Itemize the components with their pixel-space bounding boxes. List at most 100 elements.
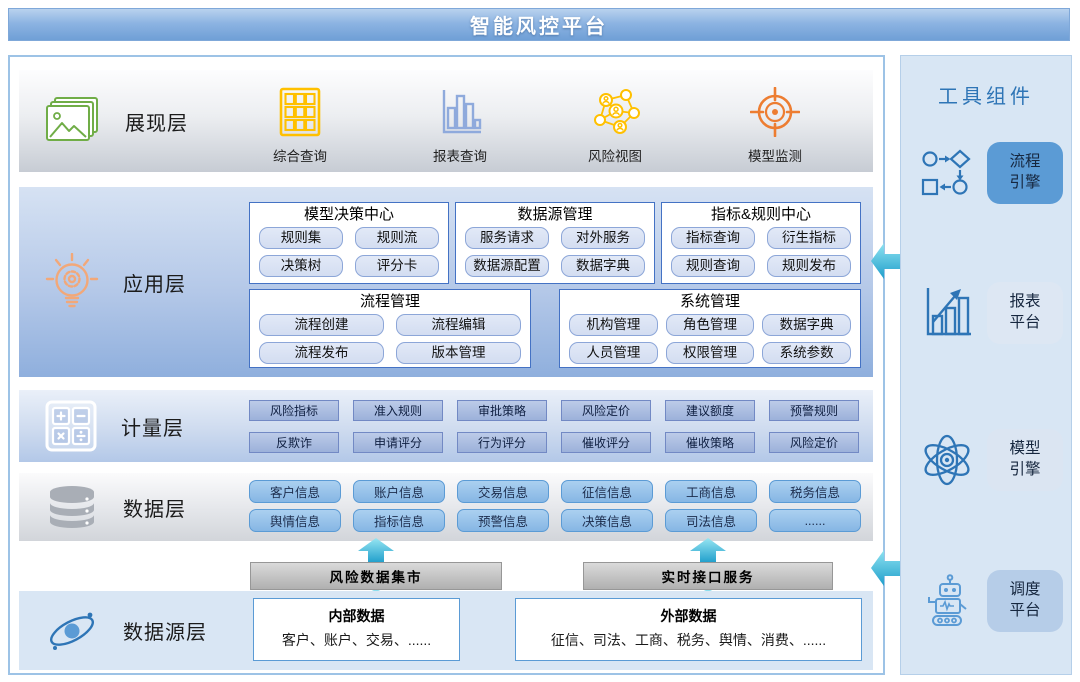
app-chip: 流程创建 (259, 314, 384, 336)
app-chip: 规则集 (259, 227, 343, 249)
app-chip: 服务请求 (465, 227, 549, 249)
group-grid: 服务请求对外服务数据源配置数据字典 (465, 227, 645, 277)
pres-item-label: 综合查询 (235, 145, 365, 165)
platform-title: 智能风控平台 (470, 10, 608, 39)
measurement-chip: 预警规则 (769, 400, 859, 421)
app-chip: 流程发布 (259, 342, 384, 364)
robot-icon (917, 569, 977, 633)
pres-item-integrated-query: 综合查询 (235, 85, 365, 165)
app-chip: 人员管理 (569, 342, 658, 364)
atom-icon (917, 428, 977, 492)
risk-data-mart-box: 风险数据集市 (250, 562, 502, 590)
data-chip: 决策信息 (561, 509, 653, 532)
presentation-layer-band: 展现层 综合查询 (19, 70, 873, 172)
data-row-1: 客户信息账户信息交易信息征信信息工商信息税务信息 (249, 480, 861, 503)
pres-item-report-query: 报表查询 (395, 85, 525, 165)
app-chip: 数据源配置 (465, 255, 549, 277)
measurement-chip: 催收策略 (665, 432, 755, 453)
tool-item-report-platform: 报表平台 (917, 281, 1063, 345)
measurement-chip: 风险指标 (249, 400, 339, 421)
tool-label: 流程引擎 (987, 142, 1063, 204)
app-chip: 规则流 (355, 227, 439, 249)
group-title: 系统管理 (569, 292, 851, 312)
network-icon (550, 85, 680, 137)
app-chip: 指标查询 (671, 227, 755, 249)
grid-icon (235, 85, 365, 137)
group-datasource-management: 数据源管理 服务请求对外服务数据源配置数据字典 (455, 202, 655, 284)
measurement-chip: 准入规则 (353, 400, 443, 421)
group-grid: 机构管理角色管理数据字典人员管理权限管理系统参数 (569, 314, 851, 364)
pres-item-label: 报表查询 (395, 145, 525, 165)
galaxy-icon (45, 604, 99, 658)
group-grid: 流程创建流程编辑流程发布版本管理 (259, 314, 521, 364)
data-chip: 客户信息 (249, 480, 341, 503)
tool-item-model-engine: 模型引擎 (917, 428, 1063, 492)
datasource-layer-label: 数据源层 (123, 616, 207, 645)
data-chip: 预警信息 (457, 509, 549, 532)
up-arrow (358, 538, 394, 563)
group-system-management: 系统管理 机构管理角色管理数据字典人员管理权限管理系统参数 (559, 289, 861, 368)
target-icon (710, 85, 840, 137)
measurement-chip: 建议额度 (665, 400, 755, 421)
architecture-panel: 展现层 综合查询 (8, 55, 885, 675)
app-chip: 版本管理 (396, 342, 521, 364)
report-chart-icon (917, 281, 977, 345)
data-chip: 指标信息 (353, 509, 445, 532)
app-chip: 数据字典 (762, 314, 851, 336)
pictures-icon (45, 96, 101, 146)
app-chip: 机构管理 (569, 314, 658, 336)
data-chip: 交易信息 (457, 480, 549, 503)
data-layer-head: 数据层 (45, 484, 186, 530)
measurement-row-1: 风险指标准入规则审批策略风险定价建议额度预警规则 (249, 400, 859, 421)
tool-label: 模型引擎 (987, 429, 1063, 491)
pres-item-label: 模型监测 (710, 145, 840, 165)
datasource-layer-band: 数据源层 内部数据 客户、账户、交易、...... 外部数据 征信、司法、工商、… (19, 591, 873, 670)
app-chip: 权限管理 (666, 342, 755, 364)
sidebar-title: 工具组件 (901, 80, 1071, 109)
datasource-layer-head: 数据源层 (45, 604, 207, 658)
internal-data-desc: 客户、账户、交易、...... (254, 628, 459, 652)
tool-components-sidebar: 工具组件 流程引擎 (900, 55, 1072, 675)
app-chip: 对外服务 (561, 227, 645, 249)
application-layer-band: 应用层 模型决策中心 规则集规则流决策树评分卡 数据源管理 服务请求对外服务数据… (19, 187, 873, 377)
measurement-layer-head: 计量层 (45, 400, 184, 452)
app-chip: 衍生指标 (767, 227, 851, 249)
measurement-chip: 风险定价 (769, 432, 859, 453)
data-chip: 征信信息 (561, 480, 653, 503)
group-title: 指标&规则中心 (671, 205, 851, 225)
group-grid: 规则集规则流决策树评分卡 (259, 227, 439, 277)
app-chip: 角色管理 (666, 314, 755, 336)
group-grid: 指标查询衍生指标规则查询规则发布 (671, 227, 851, 277)
measurement-chip: 行为评分 (457, 432, 547, 453)
left-arrow (871, 543, 901, 593)
external-data-title: 外部数据 (516, 604, 861, 628)
data-row-2: 舆情信息指标信息预警信息决策信息司法信息...... (249, 509, 861, 532)
database-icon (45, 484, 99, 530)
app-chip: 评分卡 (355, 255, 439, 277)
data-layer-band: 数据层 客户信息账户信息交易信息征信信息工商信息税务信息 舆情信息指标信息预警信… (19, 473, 873, 541)
data-chip: 工商信息 (665, 480, 757, 503)
left-arrow (871, 236, 901, 286)
measurement-chip: 申请评分 (353, 432, 443, 453)
external-data-desc: 征信、司法、工商、税务、舆情、消费、...... (516, 628, 861, 652)
app-chip: 系统参数 (762, 342, 851, 364)
internal-data-title: 内部数据 (254, 604, 459, 628)
group-title: 数据源管理 (465, 205, 645, 225)
data-chip: 账户信息 (353, 480, 445, 503)
app-chip: 数据字典 (561, 255, 645, 277)
app-chip: 决策树 (259, 255, 343, 277)
up-arrow (690, 538, 726, 563)
measurement-chip: 催收评分 (561, 432, 651, 453)
internal-data-box: 内部数据 客户、账户、交易、...... (253, 598, 460, 661)
pres-item-model-monitor: 模型监测 (710, 85, 840, 165)
measurement-chip: 风险定价 (561, 400, 651, 421)
pres-item-risk-view: 风险视图 (550, 85, 680, 165)
data-chip: 司法信息 (665, 509, 757, 532)
measurement-row-2: 反欺诈申请评分行为评分催收评分催收策略风险定价 (249, 432, 859, 453)
group-model-decision-center: 模型决策中心 规则集规则流决策树评分卡 (249, 202, 449, 284)
presentation-layer-head: 展现层 (45, 96, 188, 146)
app-chip: 规则发布 (767, 255, 851, 277)
group-process-management: 流程管理 流程创建流程编辑流程发布版本管理 (249, 289, 531, 368)
idea-bulb-gear-icon (45, 253, 99, 311)
tool-item-scheduling-platform: 调度平台 (917, 569, 1063, 633)
